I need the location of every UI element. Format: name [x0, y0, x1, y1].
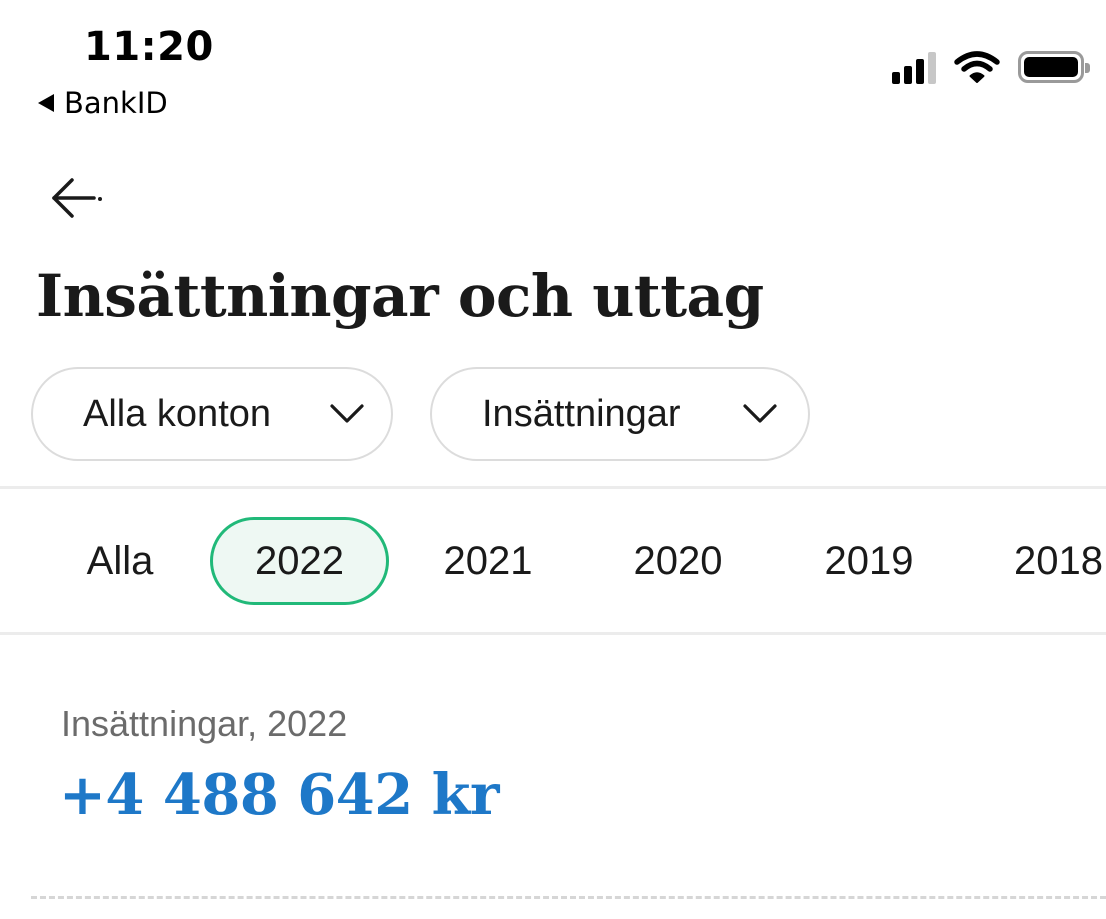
wifi-icon	[954, 51, 1000, 83]
summary-label: Insättningar, 2022	[61, 703, 348, 744]
arrow-left-icon[interactable]	[46, 170, 110, 226]
cellular-signal-icon	[892, 50, 936, 84]
year-tab-2021[interactable]: 2021	[418, 517, 558, 605]
transaction-type-label: Insättningar	[482, 392, 681, 435]
status-time: 11:20	[84, 24, 214, 70]
transaction-type-dropdown[interactable]: Insättningar	[430, 367, 810, 461]
back-triangle-icon	[38, 94, 54, 112]
dashed-divider	[31, 896, 1106, 899]
year-tab-all[interactable]: Alla	[62, 517, 178, 605]
chevron-down-icon	[743, 404, 777, 423]
battery-icon	[1018, 51, 1090, 83]
screen: 11:20 BankID Insättningar och uttag Alla…	[0, 0, 1106, 919]
summary-amount: +4 488 642 kr	[59, 762, 499, 828]
back-app-label: BankID	[64, 86, 168, 120]
year-tab-2019[interactable]: 2019	[799, 517, 939, 605]
account-filter-label: Alla konton	[83, 392, 272, 435]
year-tab-2020[interactable]: 2020	[608, 517, 748, 605]
status-icons	[892, 50, 1090, 84]
year-tab-2018[interactable]: 2018	[1014, 517, 1103, 605]
chevron-down-icon	[330, 404, 364, 423]
year-tabs: Alla 2022 2021 2020 2019 2018	[0, 489, 1106, 632]
divider	[0, 632, 1106, 635]
page-title: Insättningar och uttag	[36, 262, 764, 330]
account-filter-dropdown[interactable]: Alla konton	[31, 367, 393, 461]
year-tab-2022[interactable]: 2022	[210, 517, 389, 605]
back-to-app-link[interactable]: BankID	[38, 86, 168, 120]
